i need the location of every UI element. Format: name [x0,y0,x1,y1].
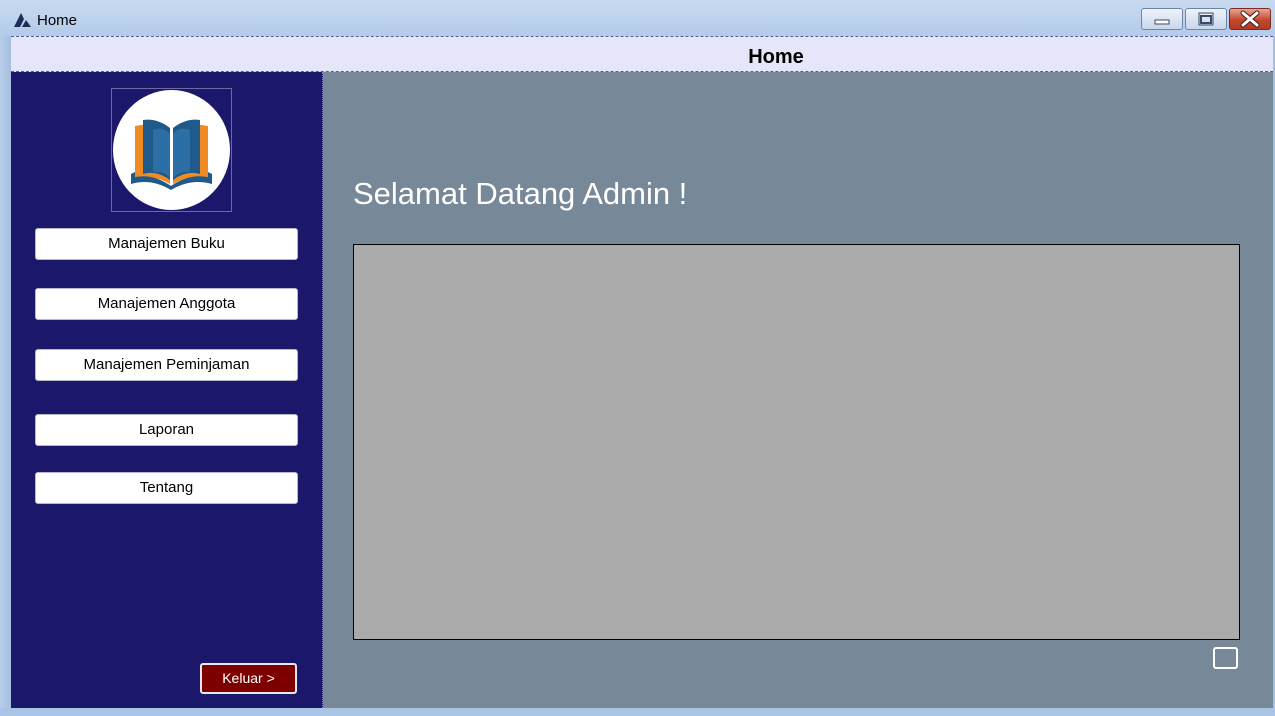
close-icon [1240,10,1260,28]
logo-frame [111,88,232,212]
content-panel [353,244,1240,640]
nav-manajemen-anggota-button[interactable]: Manajemen Anggota [35,288,298,320]
minimize-icon [1154,19,1170,25]
maximize-button[interactable] [1185,8,1227,30]
logout-button[interactable]: Keluar > [200,663,297,694]
nav-laporan-button[interactable]: Laporan [35,414,298,446]
close-button[interactable] [1229,8,1271,30]
window-titlebar[interactable]: Home [0,0,1275,36]
logo-circle [113,90,230,210]
maximize-icon [1198,12,1214,26]
nav-manajemen-buku-button[interactable]: Manajemen Buku [35,228,298,260]
minimize-button[interactable] [1141,8,1183,30]
page-title: Home [748,46,804,68]
app-icon [14,13,31,27]
open-book-logo [131,119,212,190]
main-content: Selamat Datang Admin ! [323,72,1273,708]
sidebar: Manajemen Buku Manajemen Anggota Manajem… [11,72,323,708]
corner-checkbox[interactable] [1213,647,1238,669]
page-header: Home [11,36,1273,72]
window-title: Home [37,12,78,29]
window-bottom-border [0,708,1275,716]
window-left-border [0,36,11,716]
nav-manajemen-peminjaman-button[interactable]: Manajemen Peminjaman [35,349,298,381]
welcome-heading: Selamat Datang Admin ! [353,176,688,211]
nav-tentang-button[interactable]: Tentang [35,472,298,504]
